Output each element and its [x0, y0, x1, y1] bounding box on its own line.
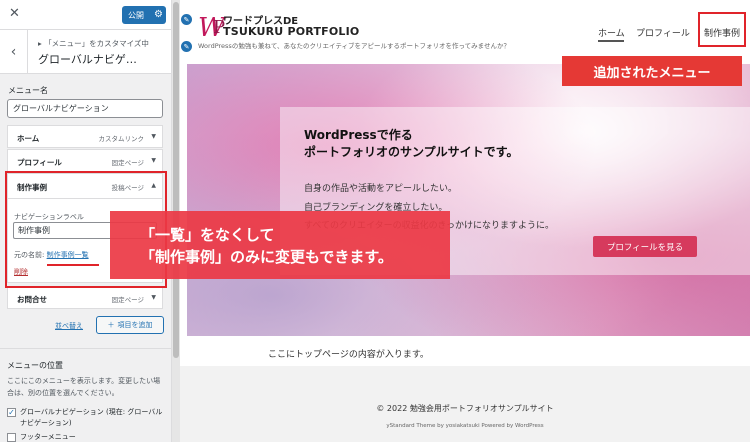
menu-item-title: ホーム — [17, 134, 40, 143]
add-item-button[interactable]: ＋ 項目を追加 — [96, 316, 164, 334]
annotation-callout: 「一覧」をなくして 「制作事例」のみに変更もできます。 — [110, 211, 450, 279]
caret-up-icon[interactable]: ▲ — [151, 182, 156, 189]
site-tagline: WordPressの勉強も兼ねて、あなたのクリエイティブをアピールするポートフォ… — [198, 42, 510, 50]
nav-link-home[interactable]: ホーム — [598, 26, 625, 39]
original-prefix: 元の名前: — [14, 251, 45, 259]
location-checkbox-footer[interactable] — [7, 433, 16, 442]
gear-icon[interactable]: ⚙ — [154, 9, 163, 20]
customizer-header: ✕ 公開 ⚙ — [0, 0, 171, 30]
copyright-text: © 2022 勉強会用ポートフォリオサンプルサイト — [376, 404, 554, 413]
profile-button[interactable]: プロフィールを見る — [593, 236, 697, 257]
caret-down-icon[interactable]: ▼ — [151, 294, 156, 301]
highlight-box — [698, 12, 746, 47]
nav-label-caption: ナビゲーションラベル — [14, 213, 84, 221]
menu-item-title: プロフィール — [17, 158, 62, 167]
hero-title: WordPressで作る — [304, 128, 413, 142]
annotation-callout: 追加されたメニュー — [562, 56, 742, 86]
add-item-label: 項目を追加 — [117, 321, 153, 329]
scrollbar-thumb[interactable] — [173, 2, 179, 358]
hero-text: 自身の作品や活動をアピールしたい。 — [304, 184, 458, 194]
back-button[interactable]: ‹ — [0, 30, 28, 74]
site-title-line2[interactable]: TSUKURU PORTFOLIO — [223, 25, 359, 38]
top-page-content: ここにトップページの内容が入ります。 — [268, 350, 429, 360]
original-name: 元の名前: 制作事例一覧 — [14, 250, 89, 260]
menu-location-title: メニューの位置 — [7, 361, 63, 370]
annotation-line: 「一覧」をなくして — [140, 226, 275, 244]
caret-down-icon[interactable]: ▼ — [151, 157, 156, 164]
chevron-left-icon: ‹ — [10, 44, 17, 60]
menu-item-home[interactable]: ホーム カスタムリンク ▼ — [7, 125, 163, 148]
publish-label: 公開 — [128, 10, 144, 20]
breadcrumb: ▸ 「メニュー」をカスタマイズ中 — [38, 39, 149, 48]
menu-name-input[interactable] — [7, 99, 163, 118]
edit-pencil-icon[interactable]: ✎ — [180, 13, 193, 26]
menu-item-type: 投稿ページ — [111, 184, 144, 192]
theme-credit: yStandard Theme by yosiakatsuki Powered … — [386, 423, 544, 429]
site-footer: © 2022 勉強会用ポートフォリオサンプルサイト yStandard Them… — [180, 366, 750, 442]
remove-link[interactable]: 削除 — [14, 267, 28, 277]
menu-item-title: 制作事例 — [17, 183, 47, 192]
plus-icon: ＋ — [107, 321, 115, 329]
menu-item-contact[interactable]: お問合せ 固定ページ ▼ — [7, 286, 163, 309]
hero-title: ポートフォリオのサンプルサイトです。 — [304, 145, 519, 159]
menu-name-label: メニュー名 — [8, 86, 48, 95]
menu-item-title: お問合せ — [17, 295, 47, 304]
nav-active-underline — [598, 40, 624, 42]
location-label: グローバルナビゲーション (現在: グローバルナビゲーション) — [20, 408, 163, 427]
annotation-line: 「制作事例」のみに変更もできます。 — [140, 248, 393, 266]
menu-location-description: ここにこのメニューを表示します。変更したい場合は、別の位置を選んでください。 — [7, 377, 161, 397]
section-title: グローバルナビゲ… — [38, 53, 137, 66]
hero-section: WordPressで作る ポートフォリオのサンプルサイトです。 自身の作品や活動… — [187, 64, 750, 336]
close-icon[interactable]: ✕ — [9, 6, 20, 21]
divider — [0, 348, 171, 349]
nav-link-profile[interactable]: プロフィール — [636, 26, 690, 39]
menu-item-profile[interactable]: プロフィール 固定ページ ▼ — [7, 149, 163, 172]
highlight-underline — [47, 264, 99, 266]
publish-button[interactable]: 公開 ⚙ — [122, 6, 166, 24]
original-link[interactable]: 制作事例一覧 — [47, 251, 89, 259]
menu-item-type: 固定ページ — [111, 159, 144, 167]
edit-pencil-icon[interactable]: ✎ — [180, 40, 193, 53]
location-label: フッターメニュー — [20, 433, 76, 441]
menu-item-type: カスタムリンク — [98, 135, 145, 143]
menu-item-type: 固定ページ — [111, 296, 144, 304]
caret-down-icon[interactable]: ▼ — [151, 133, 156, 140]
reorder-link[interactable]: 並べ替え — [55, 321, 83, 331]
section-header: ‹ ▸ 「メニュー」をカスタマイズ中 グローバルナビゲ… — [0, 30, 171, 74]
location-checkbox-global[interactable]: ✓ — [7, 408, 16, 417]
divider — [8, 198, 162, 199]
